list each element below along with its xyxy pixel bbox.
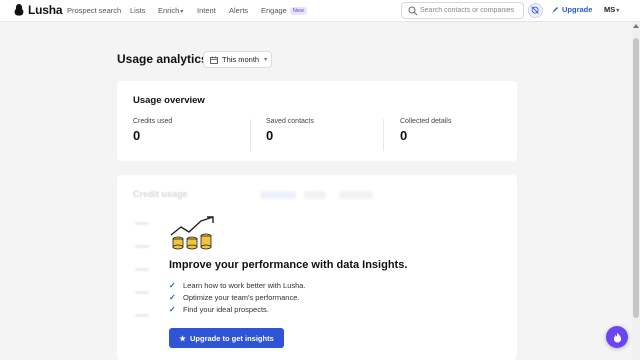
blurred-axis-tick xyxy=(135,268,149,271)
list-item: ✓ Find your ideal prospects. xyxy=(169,303,306,315)
stat-label: Collected details xyxy=(400,118,452,125)
stat-saved-contacts: Saved contacts 0 xyxy=(266,118,314,143)
divider xyxy=(383,119,384,151)
top-navbar: Lusha Prospect search Lists Enrich▾ Inte… xyxy=(0,0,640,22)
credit-usage-card: Credit usage Improve your performance wi… xyxy=(117,175,517,360)
brand-name: Lusha xyxy=(28,3,63,17)
flame-icon xyxy=(613,332,621,342)
period-dropdown[interactable]: This month ▾ xyxy=(203,51,272,68)
blurred-axis-tick xyxy=(135,245,149,248)
divider xyxy=(250,119,251,151)
search-icon xyxy=(408,6,418,16)
nav-engage[interactable]: Engage New xyxy=(261,6,307,15)
search-input[interactable] xyxy=(420,4,520,17)
extension-icon xyxy=(531,6,539,14)
search-box[interactable] xyxy=(401,2,524,19)
blurred-tab xyxy=(304,191,326,199)
usage-overview-card: Usage overview Credits used 0 Saved cont… xyxy=(117,81,517,161)
page-scrollbar[interactable] xyxy=(632,22,640,360)
blurred-axis-tick xyxy=(135,291,149,294)
card-title: Usage overview xyxy=(133,95,205,106)
user-menu[interactable]: MS▾ xyxy=(604,5,619,14)
promo-bullet-list: ✓ Learn how to work better with Lusha. ✓ O… xyxy=(169,279,306,315)
help-chat-button[interactable] xyxy=(606,326,628,348)
calendar-icon xyxy=(210,56,218,64)
upgrade-label: Upgrade xyxy=(562,5,593,14)
rocket-icon xyxy=(552,6,558,13)
new-badge: New xyxy=(289,7,307,15)
credit-usage-title: Credit usage xyxy=(133,189,188,199)
check-icon: ✓ xyxy=(169,304,176,314)
upgrade-link[interactable]: Upgrade xyxy=(551,5,592,14)
stat-label: Credits used xyxy=(133,118,173,125)
stat-credits-used: Credits used 0 xyxy=(133,118,172,143)
stat-value: 0 xyxy=(266,128,274,143)
stat-value: 0 xyxy=(133,128,141,143)
list-item: ✓ Learn how to work better with Lusha. xyxy=(169,279,306,291)
list-item: ✓ Optimize your team's performance. xyxy=(169,291,306,303)
bullet-text: Optimize your team's performance. xyxy=(183,292,300,302)
upgrade-insights-button[interactable]: ★ Upgrade to get insights xyxy=(169,328,284,348)
chevron-down-icon: ▾ xyxy=(180,9,184,15)
lusha-logo[interactable]: Lusha xyxy=(13,3,63,17)
stat-label: Saved contacts xyxy=(266,118,314,125)
stat-value: 0 xyxy=(400,128,408,143)
bullet-text: Learn how to work better with Lusha. xyxy=(183,280,306,290)
blurred-tab xyxy=(260,191,296,199)
extension-button[interactable] xyxy=(528,3,543,18)
period-label: This month xyxy=(222,55,260,64)
chevron-down-icon: ▾ xyxy=(264,57,268,63)
promo-heading: Improve your performance with data Insig… xyxy=(169,259,408,271)
blurred-axis-tick xyxy=(135,222,149,225)
nav-intent[interactable]: Intent xyxy=(197,6,216,15)
coins-growth-illustration xyxy=(170,216,214,250)
scroll-up-arrow-icon[interactable] xyxy=(633,24,639,28)
scroll-thumb[interactable] xyxy=(633,38,639,318)
stat-collected-details: Collected details 0 xyxy=(400,118,451,143)
blurred-axis-tick xyxy=(135,314,149,317)
user-initials: MS xyxy=(604,5,616,14)
chevron-down-icon: ▾ xyxy=(616,8,620,14)
blurred-tab xyxy=(339,191,373,199)
page-title: Usage analytics xyxy=(117,52,208,66)
nav-enrich-label: Enrich xyxy=(158,6,180,15)
upgrade-insights-label: Upgrade to get insights xyxy=(189,333,274,343)
nav-prospect-search[interactable]: Prospect search xyxy=(67,6,121,15)
nav-alerts[interactable]: Alerts xyxy=(229,6,248,15)
star-icon: ★ xyxy=(179,333,186,343)
nav-enrich[interactable]: Enrich▾ xyxy=(158,6,183,15)
nav-lists[interactable]: Lists xyxy=(130,6,145,15)
check-icon: ✓ xyxy=(169,280,176,290)
bullet-text: Find your ideal prospects. xyxy=(183,304,269,314)
check-icon: ✓ xyxy=(169,292,176,302)
nav-engage-label: Engage xyxy=(261,6,287,15)
lusha-logo-icon xyxy=(14,4,24,16)
